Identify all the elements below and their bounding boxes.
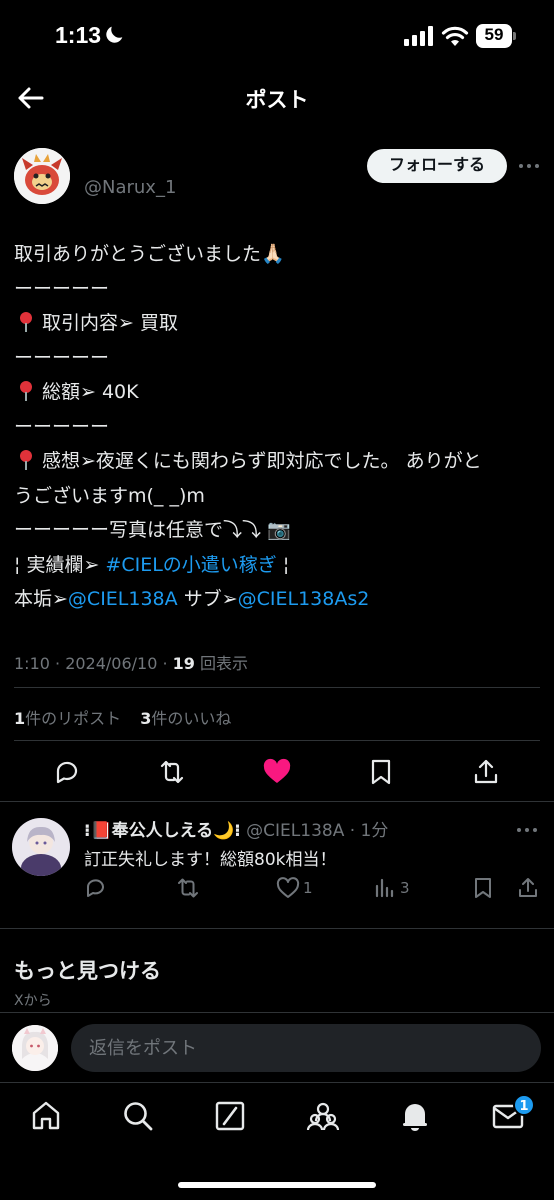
bookmark-icon — [475, 878, 491, 898]
reply-like-count: 1 — [303, 879, 313, 897]
author-avatar[interactable] — [14, 148, 70, 204]
post-line-text: 感想➢夜遅くにも関わらず即対応でした。 ありがと — [42, 450, 482, 472]
post-line-text: 取引内容➢ 買取 — [42, 312, 178, 334]
post-line: 取引内容➢ 買取 — [14, 306, 544, 341]
more-options-icon[interactable] — [516, 154, 542, 178]
post-line: 感想➢夜遅くにも関わらず即対応でした。 ありがと — [14, 444, 544, 479]
likes-count: 3 — [140, 709, 152, 728]
divider — [0, 801, 554, 802]
status-time: 1:13 — [55, 22, 102, 48]
reply-input[interactable] — [71, 1024, 541, 1072]
discover-subtitle: Xから — [14, 993, 52, 1009]
grok-icon[interactable] — [213, 1099, 247, 1133]
home-icon[interactable] — [29, 1099, 63, 1133]
views-count: 19 — [172, 654, 195, 673]
divider — [0, 928, 554, 929]
status-bar: 1:13 59 — [0, 0, 554, 70]
post-actions — [0, 752, 554, 792]
post-stats: 1件のリポスト 3件のいいね — [14, 705, 231, 729]
post-line: ーーーーー写真は任意で⤵︎⤵︎ 📷 — [14, 519, 291, 541]
reply-author-handle[interactable]: @CIEL138A · 1分 — [246, 821, 388, 841]
wifi-icon — [441, 26, 469, 46]
author-avatar-image — [14, 148, 70, 204]
views-label: 回表示 — [194, 654, 249, 673]
views-chart-icon — [375, 878, 394, 898]
reply-more-icon[interactable] — [514, 820, 540, 840]
likes-label: 件のいいね — [151, 709, 232, 728]
follow-button[interactable]: フォローする — [367, 149, 507, 183]
reply-avatar-image — [12, 818, 70, 876]
hashtag-link[interactable]: #CIELの小遣い稼ぎ — [105, 554, 276, 576]
reply-like-button[interactable]: 1 — [276, 876, 313, 900]
post-line-text: 総額➢ 40K — [42, 381, 139, 403]
post-meta: 1:10 · 2024/06/10 · 19 回表示 — [14, 650, 248, 674]
heart-outline-icon — [276, 877, 300, 898]
discover-heading: もっと見つける — [14, 959, 161, 983]
like-heart-icon[interactable] — [262, 757, 292, 787]
my-avatar-image — [12, 1025, 58, 1071]
post-line-text: サブ➢ — [177, 588, 238, 610]
my-avatar — [12, 1025, 58, 1071]
reply-author-name[interactable]: ⁝📕奉公人しえる🌙⁝ — [84, 821, 241, 841]
battery-indicator: 59 — [476, 24, 516, 48]
divider — [14, 687, 540, 688]
pushpin-icon — [20, 312, 32, 332]
author-handle[interactable]: @Narux_1 — [84, 177, 176, 198]
repost-icon[interactable] — [157, 757, 187, 787]
post-line: 取引ありがとうございました🙏🏻 — [14, 243, 285, 265]
reposts-stat[interactable]: 1件のリポスト — [14, 709, 121, 728]
reply-views-count: 3 — [400, 879, 410, 897]
search-icon[interactable] — [121, 1099, 155, 1133]
reply-composer — [0, 1012, 554, 1082]
post-timestamp[interactable]: 1:10 · 2024/06/10 · — [14, 654, 173, 673]
bookmark-icon[interactable] — [366, 757, 396, 787]
post-line: うございますm(_ _)m — [14, 484, 205, 507]
notifications-bell-icon[interactable] — [398, 1099, 432, 1133]
repost-icon — [178, 878, 198, 898]
reply-icon — [86, 879, 104, 897]
reply-reply-button[interactable] — [84, 876, 108, 900]
signal-icon — [404, 26, 433, 46]
post-line: 本垢➢@CIEL138A サブ➢@CIEL138As2 — [14, 582, 544, 617]
divider — [14, 740, 540, 741]
reply-post[interactable]: ⁝📕奉公人しえる🌙⁝ @CIEL138A · 1分 訂正失礼します！総額80k相… — [0, 810, 554, 920]
pushpin-icon — [20, 450, 32, 470]
reply-views-button[interactable]: 3 — [373, 876, 410, 900]
mention-link[interactable]: @CIEL138A — [68, 588, 178, 610]
mention-link[interactable]: @CIEL138As2 — [238, 588, 370, 610]
share-icon[interactable] — [471, 757, 501, 787]
post-line: ーーーーー — [14, 277, 110, 300]
moon-icon — [106, 26, 123, 43]
post-line-text: ¦ — [276, 553, 290, 576]
reply-header: ⁝📕奉公人しえる🌙⁝ @CIEL138A · 1分 — [84, 816, 388, 841]
post-line-text: 本垢➢ — [14, 588, 68, 610]
share-icon — [519, 878, 537, 897]
post-line: ¦ 実績欄➢ #CIELの小遣い稼ぎ ¦ — [14, 548, 544, 583]
battery-level: 59 — [484, 25, 504, 44]
messages-badge: 1 — [513, 1094, 535, 1116]
post-line: ーーーーー — [14, 415, 110, 438]
reply-author-avatar[interactable] — [12, 818, 70, 876]
reply-text: 訂正失礼します！総額80k相当！ — [84, 850, 337, 870]
top-header: ポスト — [0, 70, 554, 128]
pushpin-icon — [20, 381, 32, 401]
post-line: ーーーーー — [14, 346, 110, 369]
communities-icon[interactable] — [306, 1099, 340, 1133]
post-line: 総額➢ 40K — [14, 375, 544, 410]
reply-share-button[interactable] — [516, 876, 540, 900]
reposts-label: 件のリポスト — [25, 709, 122, 728]
post-text: 取引ありがとうございました🙏🏻 ーーーーー 取引内容➢ 買取 ーーーーー 総額➢… — [14, 237, 544, 617]
post-line-text: ¦ 実績欄➢ — [14, 553, 106, 576]
reply-actions: 1 3 — [84, 876, 544, 906]
home-indicator — [178, 1182, 376, 1188]
reply-icon[interactable] — [52, 757, 82, 787]
reply-bookmark-button[interactable] — [471, 876, 495, 900]
reposts-count: 1 — [14, 709, 26, 728]
page-title: ポスト — [245, 88, 309, 112]
reply-repost-button[interactable] — [176, 876, 200, 900]
likes-stat[interactable]: 3件のいいね — [140, 709, 231, 728]
